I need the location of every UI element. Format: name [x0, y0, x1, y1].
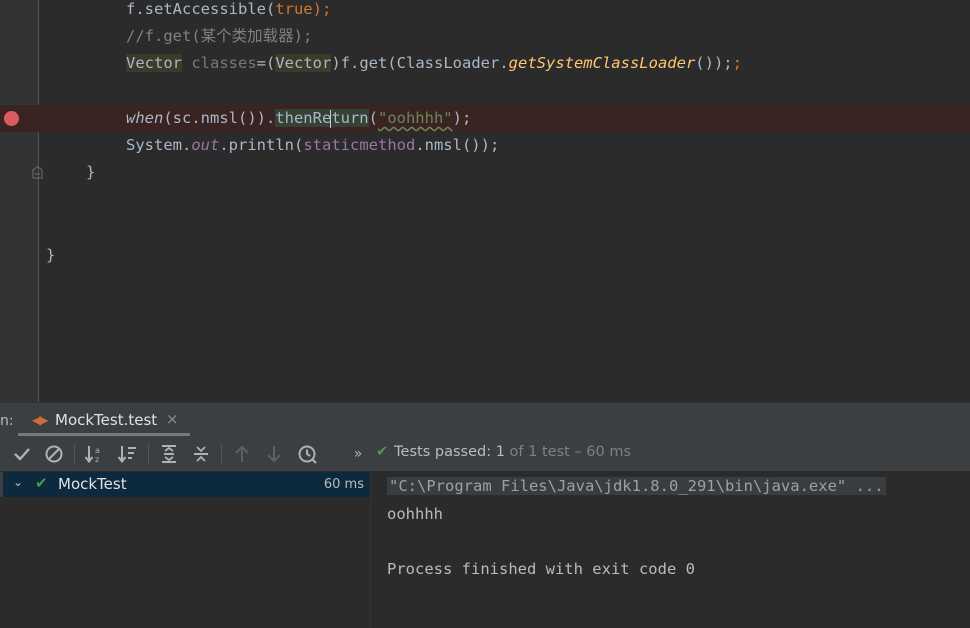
code-line: f.setAccessible(true); [126, 0, 331, 23]
tree-row-mocktest[interactable]: ⌄ ✔ MockTest 60 ms [0, 472, 370, 497]
code-token: ( [368, 109, 378, 127]
code-editor[interactable]: f.setAccessible(true); //f.get(某个类加载器); … [0, 0, 970, 402]
status-detail: of 1 test – 60 ms [509, 444, 632, 460]
passed-check-icon: ✔ [35, 474, 48, 492]
toolbar-separator [221, 444, 222, 464]
type-token: Vector [126, 54, 182, 72]
console-text: oohhhh [387, 505, 443, 523]
status-label: Tests passed: [394, 444, 492, 460]
code-token: System. [126, 136, 192, 154]
chevron-down-icon[interactable]: ⌄ [13, 475, 23, 489]
test-class-name: MockTest [58, 475, 127, 493]
show-ignored-icon[interactable] [42, 442, 66, 466]
next-failed-test-icon[interactable] [262, 442, 286, 466]
console-text: Process finished with exit code 0 [387, 560, 695, 578]
status-count: 1 [495, 444, 505, 460]
svg-text:z: z [95, 455, 99, 464]
console-line: oohhhh [387, 501, 443, 528]
passed-check-icon: ✔ [376, 444, 389, 460]
tab-label: MockTest.test [55, 411, 158, 429]
code-token: ); [452, 109, 472, 127]
method-token: thenReturn [275, 109, 369, 128]
code-token: f.setAccessible( [126, 0, 276, 18]
comment-token: //f.get(某个类加载器); [126, 27, 313, 45]
string-token: "oohhhh" [377, 109, 453, 127]
run-config-icon: ◀▶ [32, 413, 49, 427]
code-token: ); [312, 0, 332, 18]
method-token: when [126, 109, 164, 127]
code-token: .nmsl()); [415, 136, 500, 154]
more-actions-icon[interactable]: » [346, 442, 370, 466]
method-token: getSystemClassLoader [508, 54, 696, 72]
sort-by-duration-icon[interactable] [116, 442, 140, 466]
code-line: System.out.println(staticmethod.nmsl()); [126, 132, 499, 159]
variable-token: classes [191, 54, 257, 72]
code-token: .println( [219, 136, 304, 154]
code-line: } [86, 159, 95, 186]
previous-failed-test-icon[interactable] [230, 442, 254, 466]
keyword-token: true [275, 0, 313, 18]
field-token: out [191, 136, 220, 154]
toolbar-separator [74, 444, 75, 464]
test-status-summary: ✔ Tests passed: 1 of 1 test – 60 ms [376, 444, 631, 460]
code-line: Vector classes=(Vector)f.get(ClassLoader… [126, 54, 742, 72]
code-line: } [46, 242, 55, 269]
variable-token: staticmethod [303, 136, 416, 154]
run-label: n: [0, 413, 14, 429]
console-output[interactable]: "C:\Program Files\Java\jdk1.8.0_291\bin\… [370, 472, 970, 628]
code-token: =( [256, 54, 276, 72]
test-duration: 60 ms [323, 477, 364, 492]
code-line: when(sc.nmsl()).thenReturn("oohhhh"); [126, 105, 471, 132]
code-line: //f.get(某个类加载器); [126, 23, 312, 50]
command-text[interactable]: "C:\Program Files\Java\jdk1.8.0_291\bin\… [387, 477, 886, 495]
test-results-tree[interactable]: ⌄ ✔ MockTest 60 ms [0, 472, 370, 628]
collapse-all-icon[interactable] [189, 442, 213, 466]
run-tool-window-header: n: ◀▶ MockTest.test × [0, 402, 970, 437]
code-token: )f.get(ClassLoader. [331, 54, 509, 72]
svg-text:a: a [95, 446, 100, 455]
toolbar-separator [148, 444, 149, 464]
show-passed-icon[interactable] [10, 442, 34, 466]
code-token: (sc.nmsl()). [163, 109, 276, 127]
expand-all-icon[interactable] [157, 442, 181, 466]
console-command-line[interactable]: "C:\Program Files\Java\jdk1.8.0_291\bin\… [387, 473, 886, 500]
type-token: Vector [275, 54, 332, 72]
gutter-separator [38, 0, 39, 402]
code-area[interactable]: f.setAccessible(true); //f.get(某个类加载器); … [0, 0, 742, 270]
code-token: ()); [695, 54, 733, 72]
console-line: Process finished with exit code 0 [387, 556, 695, 583]
test-runner-toolbar: az » ✔ Tests passed: 1 of 1 test – 60 ms [0, 436, 970, 472]
brace-token: } [86, 163, 96, 181]
tab-mocktest[interactable]: ◀▶ MockTest.test × [18, 403, 190, 437]
brace-token: } [46, 246, 56, 264]
test-history-icon[interactable] [296, 442, 320, 466]
sort-alphabetically-icon[interactable]: az [83, 442, 107, 466]
close-icon[interactable]: × [166, 410, 179, 428]
